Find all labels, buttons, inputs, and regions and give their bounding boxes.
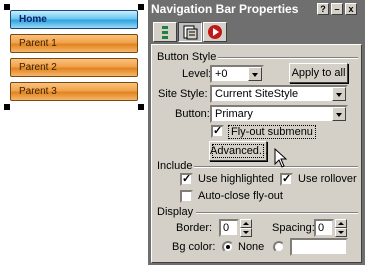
section-display: Display xyxy=(157,206,194,218)
bg-color-swatch[interactable] xyxy=(290,238,348,256)
chevron-down-icon[interactable] xyxy=(332,107,346,121)
section-include: Include xyxy=(157,160,193,172)
auto-close-label[interactable]: Auto-close fly-out xyxy=(198,190,283,202)
panel-toolbar xyxy=(148,20,365,44)
use-highlighted-checkbox[interactable]: ✓ xyxy=(180,173,193,186)
border-label: Border: xyxy=(176,222,213,234)
spacing-stepper[interactable] xyxy=(335,219,347,237)
list-icon[interactable] xyxy=(153,22,177,42)
section-button-style: Button Style xyxy=(157,51,217,63)
nav-button-parent-1[interactable]: Parent 1 xyxy=(10,34,138,53)
nav-button-parent-2[interactable]: Parent 2 xyxy=(10,58,138,77)
apply-to-all-button[interactable]: Apply to all xyxy=(289,63,348,83)
close-button[interactable]: x xyxy=(345,3,357,15)
site-style-label: Site Style: xyxy=(158,88,208,100)
canvas: Home Parent 1 Parent 2 Parent 3 Navigati… xyxy=(0,0,365,265)
spacing-label: Spacing: xyxy=(272,222,315,234)
nav-bar-preview[interactable]: Home Parent 1 Parent 2 Parent 3 xyxy=(4,4,144,110)
help-button[interactable]: ? xyxy=(317,3,329,15)
use-rollover-label[interactable]: Use rollover xyxy=(298,173,357,185)
bg-color-label: Bg color: xyxy=(172,241,216,253)
bg-color-none-label[interactable]: None xyxy=(238,241,264,253)
border-stepper[interactable] xyxy=(240,219,252,237)
chevron-down-icon[interactable] xyxy=(332,87,346,101)
button-select[interactable]: Primary xyxy=(210,105,348,123)
site-style-select[interactable]: Current SiteStyle xyxy=(210,85,348,103)
minimize-button[interactable]: – xyxy=(331,3,343,15)
mouse-pointer-icon xyxy=(274,148,288,168)
level-value: +0 xyxy=(215,68,228,80)
level-select[interactable]: +0 xyxy=(210,65,264,83)
resize-handle-bottom-right[interactable] xyxy=(138,104,144,110)
pages-icon[interactable] xyxy=(178,22,202,42)
properties-panel: Navigation Bar Properties ? – x Button S… xyxy=(148,0,365,265)
resize-handle-bottom-left[interactable] xyxy=(4,104,10,110)
use-highlighted-label[interactable]: Use highlighted xyxy=(198,173,274,185)
auto-close-checkbox[interactable] xyxy=(180,190,193,203)
flyout-checkbox[interactable]: ✓ xyxy=(211,125,224,138)
divider xyxy=(218,57,358,59)
nav-button-parent-3[interactable]: Parent 3 xyxy=(10,82,138,101)
panel-body: Button Style Level: +0 Apply to all Site… xyxy=(151,44,362,263)
bg-color-custom-radio[interactable] xyxy=(273,241,285,253)
chevron-down-icon[interactable] xyxy=(248,67,262,81)
spacing-input[interactable]: 0 xyxy=(314,219,334,237)
nav-button-home[interactable]: Home xyxy=(10,10,138,29)
advanced-button[interactable]: Advanced... xyxy=(209,141,268,161)
bg-color-none-radio[interactable] xyxy=(222,241,234,253)
border-input[interactable]: 0 xyxy=(219,219,239,237)
level-label: Level: xyxy=(182,68,212,80)
use-rollover-checkbox[interactable]: ✓ xyxy=(280,173,293,186)
resize-handle-top-right[interactable] xyxy=(138,4,144,10)
flyout-label[interactable]: Fly-out submenu xyxy=(228,125,316,139)
site-style-value: Current SiteStyle xyxy=(215,88,299,100)
resize-handle-top-left[interactable] xyxy=(4,4,10,10)
button-value: Primary xyxy=(215,108,253,120)
button-label: Button: xyxy=(175,108,210,120)
record-icon[interactable] xyxy=(203,22,227,42)
divider xyxy=(196,212,358,214)
